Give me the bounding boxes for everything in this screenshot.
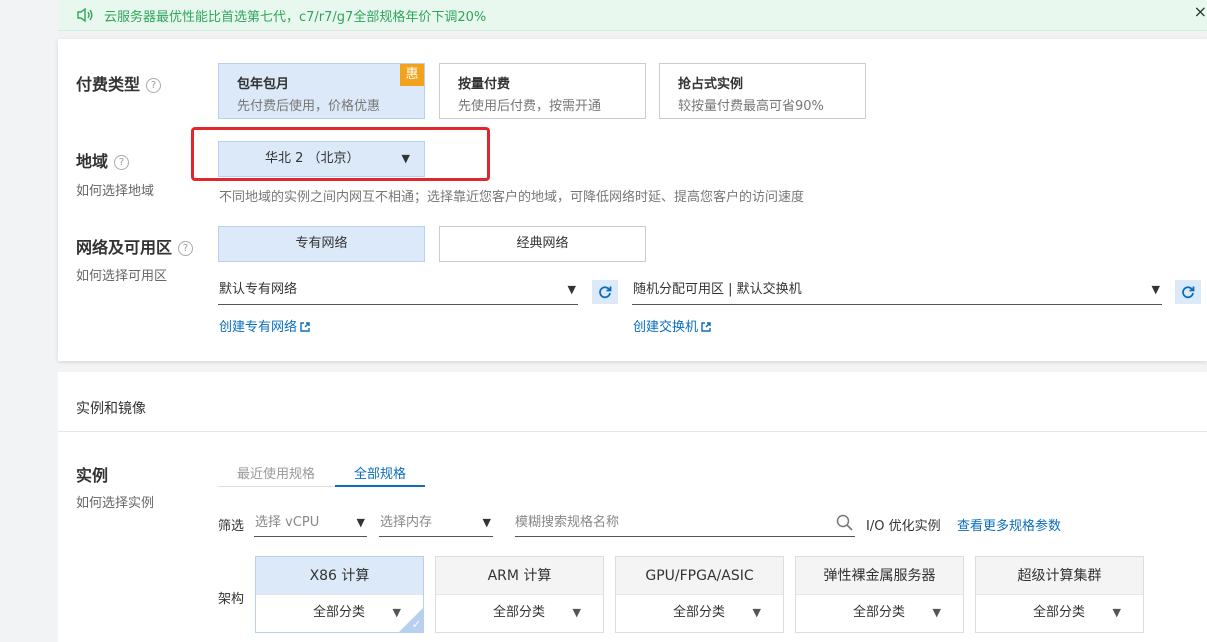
vpc-select[interactable]: 默认专有网络 ▼ (218, 278, 578, 305)
help-icon[interactable]: ? (178, 241, 194, 256)
tab-recent-specs[interactable]: 最近使用规格 (237, 463, 315, 482)
create-switch-link[interactable]: 创建交换机 (633, 316, 711, 335)
region-label-text: 地域 (76, 152, 109, 171)
notice-bar: 云服务器最优性能比首选第七代，c7/r7/g7全部规格年价下调20% × (58, 0, 1207, 31)
external-link-icon (701, 322, 711, 332)
caret-down-icon: ▼ (567, 283, 576, 296)
network-zone-label: 网络及可用区? (76, 234, 194, 258)
arch-option-title: 弹性裸金属服务器 (796, 557, 963, 595)
region-hint: 不同地域的实例之间内网互不相通；选择靠近您客户的地域，可降低网络时延、提高您客户… (219, 190, 805, 205)
arch-option-title: 超级计算集群 (976, 557, 1143, 595)
memory-placeholder: 选择内存 (380, 515, 433, 530)
io-optimized-label: I/O 优化实例 (866, 519, 941, 534)
caret-down-icon: ▼ (1112, 606, 1121, 619)
arch-option-bare-metal[interactable]: 弹性裸金属服务器 全部分类 ▼ (795, 556, 964, 633)
arch-option-x86[interactable]: X86 计算 全部分类 ▼ ✓ (255, 556, 424, 633)
refresh-zone-button[interactable] (1175, 280, 1201, 304)
arch-option-gpu[interactable]: GPU/FPGA/ASIC 全部分类 ▼ (615, 556, 784, 633)
arch-option-title: X86 计算 (256, 557, 423, 595)
arch-category-select[interactable]: 全部分类 ▼ (616, 595, 783, 632)
memory-select[interactable]: 选择内存 ▼ (379, 512, 493, 537)
check-icon: ✓ (411, 618, 421, 631)
spec-search-input[interactable]: 模糊搜索规格名称 (515, 512, 855, 537)
zone-select-value: 随机分配可用区 | 默认交换机 (633, 282, 802, 297)
arch-category-select[interactable]: 全部分类 ▼ (436, 595, 603, 632)
arch-category-select[interactable]: 全部分类 ▼ (796, 595, 963, 632)
search-icon[interactable] (836, 514, 853, 531)
caret-down-icon: ▼ (356, 516, 365, 529)
payment-type-text: 付费类型 (76, 75, 141, 94)
payment-option-subscription[interactable]: 包年包月 先付费后使用，价格优惠 惠 (218, 63, 425, 119)
close-icon[interactable]: × (1194, 2, 1207, 21)
payment-option-title: 按量付费 (458, 77, 511, 92)
discount-badge: 惠 (400, 64, 424, 86)
active-tab-indicator (335, 485, 425, 487)
zone-select[interactable]: 随机分配可用区 | 默认交换机 ▼ (632, 278, 1162, 305)
arch-option-arm[interactable]: ARM 计算 全部分类 ▼ (435, 556, 604, 633)
payment-option-pay-as-you-go[interactable]: 按量付费 先使用后付费，按需开通 (439, 63, 646, 119)
caret-down-icon: ▼ (482, 516, 491, 529)
payment-option-title: 包年包月 (237, 77, 290, 92)
network-type-classic[interactable]: 经典网络 (439, 226, 646, 262)
region-label: 地域? (76, 148, 130, 172)
external-link-icon (300, 322, 310, 332)
help-icon[interactable]: ? (146, 78, 162, 93)
create-switch-link-text: 创建交换机 (633, 320, 699, 335)
caret-down-icon: ▼ (572, 606, 581, 619)
refresh-vpc-button[interactable] (592, 280, 618, 304)
vcpu-select[interactable]: 选择 vCPU ▼ (254, 512, 367, 537)
filter-label: 筛选 (218, 519, 245, 534)
arch-option-hpc-cluster[interactable]: 超级计算集群 全部分类 ▼ (975, 556, 1144, 633)
tab-all-specs[interactable]: 全部规格 (354, 463, 406, 482)
payment-option-desc: 先付费后使用，价格优惠 (237, 99, 381, 114)
instance-help-link[interactable]: 如何选择实例 (76, 492, 154, 511)
payment-option-desc: 先使用后付费，按需开通 (458, 99, 602, 114)
refresh-icon (1182, 286, 1195, 299)
network-type-vpc[interactable]: 专有网络 (218, 226, 425, 262)
payment-option-title: 抢占式实例 (678, 77, 744, 92)
caret-down-icon: ▼ (1151, 283, 1160, 296)
arch-label: 架构 (218, 592, 245, 607)
arch-category-value: 全部分类 (493, 605, 546, 620)
arch-category-value: 全部分类 (313, 605, 366, 620)
more-specs-link[interactable]: 查看更多规格参数 (957, 515, 1061, 534)
arch-category-value: 全部分类 (1033, 605, 1086, 620)
help-icon[interactable]: ? (114, 155, 130, 170)
arch-category-select[interactable]: 全部分类 ▼ (256, 595, 423, 632)
network-label-text: 网络及可用区 (76, 238, 173, 257)
section-title: 实例和镜像 (76, 401, 146, 417)
region-help-link[interactable]: 如何选择地域 (76, 180, 154, 199)
caret-down-icon: ▼ (752, 606, 761, 619)
notice-text: 云服务器最优性能比首选第七代，c7/r7/g7全部规格年价下调20% (104, 9, 487, 25)
arch-option-title: ARM 计算 (436, 557, 603, 595)
instance-label: 实例 (76, 466, 109, 485)
refresh-icon (599, 286, 612, 299)
payment-option-desc: 较按量付费最高可省90% (678, 99, 824, 114)
create-vpc-link-text: 创建专有网络 (219, 320, 298, 335)
zone-help-link[interactable]: 如何选择可用区 (76, 265, 167, 284)
vcpu-placeholder: 选择 vCPU (255, 515, 320, 530)
payment-option-preemptible[interactable]: 抢占式实例 较按量付费最高可省90% (659, 63, 866, 119)
payment-type-label: 付费类型? (76, 71, 162, 95)
speaker-icon (77, 7, 93, 23)
search-placeholder: 模糊搜索规格名称 (515, 515, 620, 530)
highlight-box (191, 127, 490, 181)
arch-category-value: 全部分类 (853, 605, 906, 620)
create-vpc-link[interactable]: 创建专有网络 (219, 316, 310, 335)
divider (58, 431, 1207, 432)
caret-down-icon: ▼ (932, 606, 941, 619)
arch-category-select[interactable]: 全部分类 ▼ (976, 595, 1143, 632)
vpc-select-value: 默认专有网络 (219, 282, 298, 297)
arch-category-value: 全部分类 (673, 605, 726, 620)
arch-option-title: GPU/FPGA/ASIC (616, 557, 783, 595)
